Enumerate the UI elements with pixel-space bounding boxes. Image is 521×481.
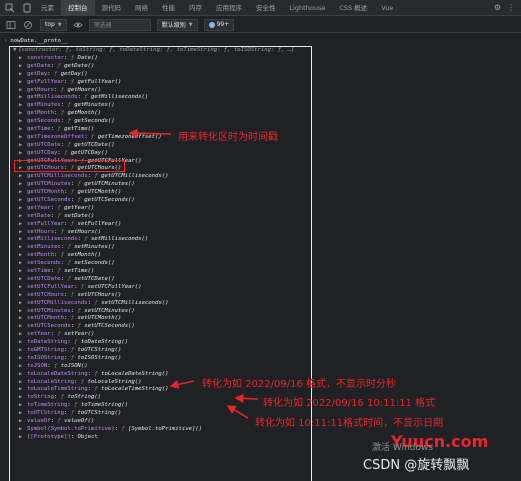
annotation-locale-date: 转化为如 2022/09/16 格式，不显示时分秒 <box>202 379 396 390</box>
annotation-get-time: 用来转化区时为时间戳 <box>178 132 278 143</box>
arrow-locale-date <box>169 380 195 389</box>
csdn-watermark: CSDN @旋转飘飘 <box>363 458 470 473</box>
activate-windows-watermark: 激活 Windows <box>372 443 434 453</box>
annotation-arrows <box>128 128 259 419</box>
arrow-locale-string <box>234 393 259 403</box>
arrow-get-time <box>128 128 172 138</box>
annotation-locale-time: 转化为如 10:11:11格式时间，不显示日期 <box>255 418 444 429</box>
arrow-locale-time <box>226 405 249 419</box>
annotation-locale-string: 转化为如 2022/09/16 10:11:11 格式 <box>263 398 436 409</box>
